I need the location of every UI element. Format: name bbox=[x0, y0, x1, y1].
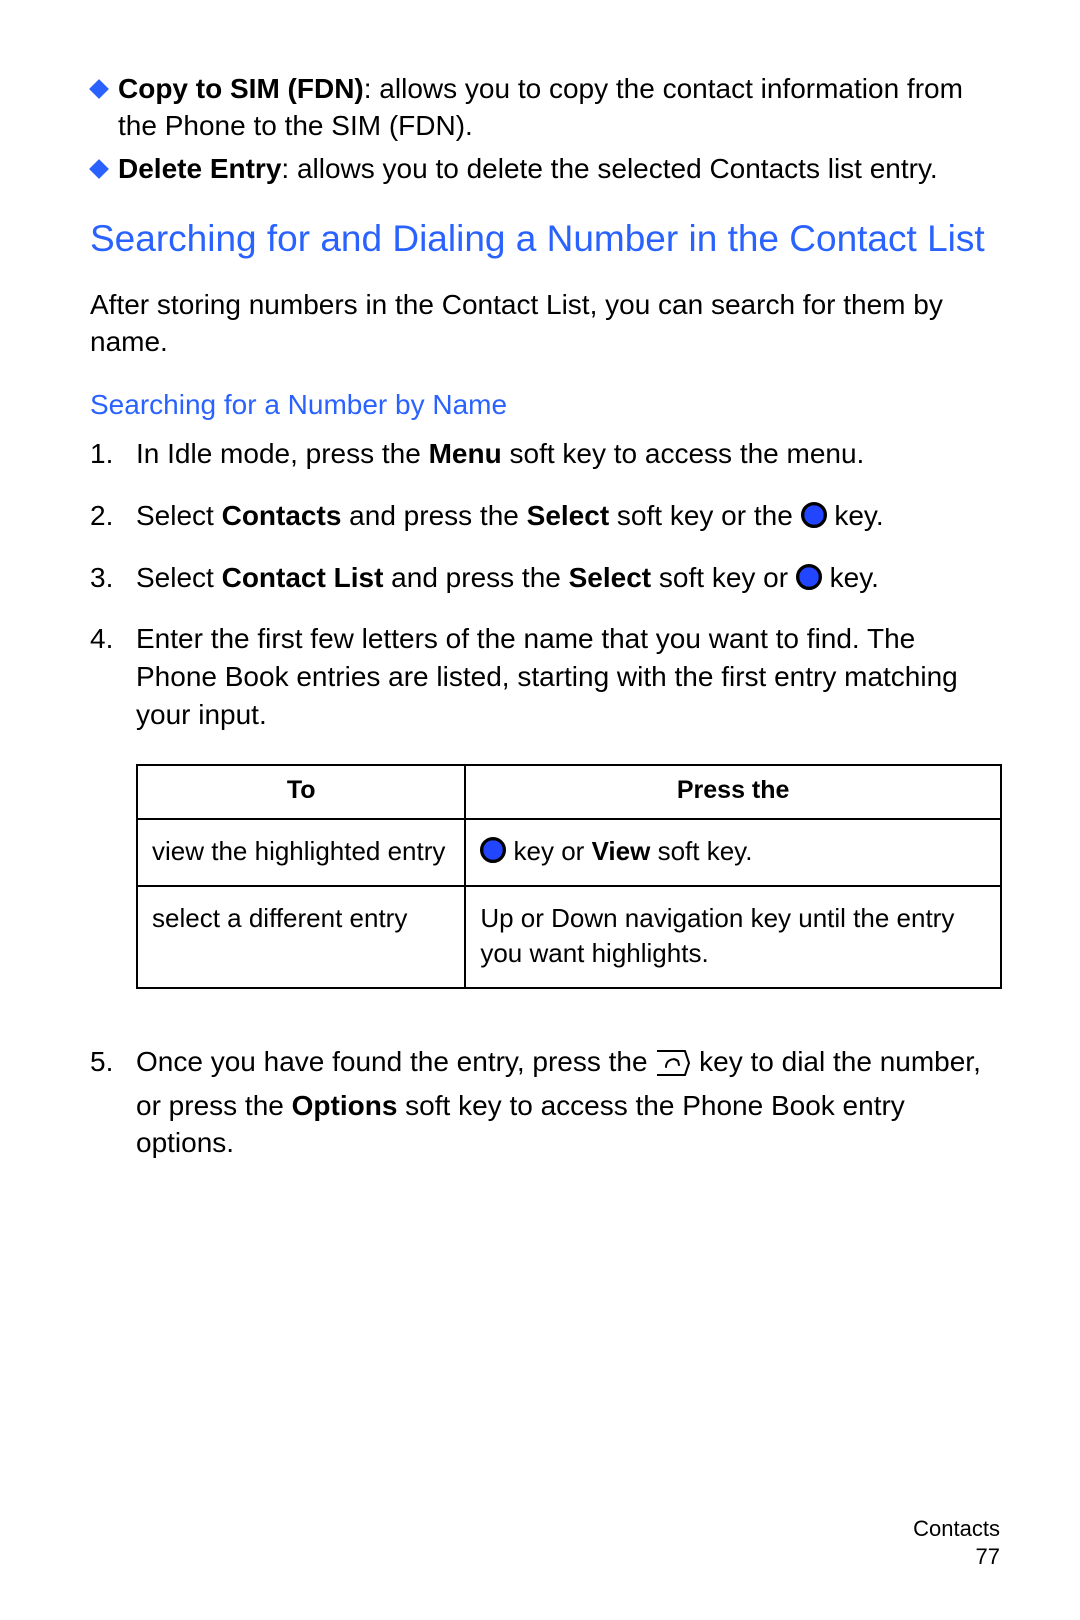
table-cell-to: view the highlighted entry bbox=[137, 819, 465, 886]
diamond-icon bbox=[90, 160, 108, 178]
footer-section: Contacts bbox=[913, 1515, 1000, 1544]
softkey-name: Options bbox=[292, 1090, 398, 1121]
diamond-icon bbox=[90, 80, 108, 98]
cell-text: key or bbox=[506, 836, 591, 866]
table-row: select a different entry Up or Down navi… bbox=[137, 886, 1001, 988]
table-header-to: To bbox=[137, 765, 465, 819]
softkey-name: Select bbox=[527, 500, 610, 531]
table-row: view the highlighted entry key or View s… bbox=[137, 819, 1001, 886]
steps-list: 1. In Idle mode, press the Menu soft key… bbox=[90, 435, 1002, 1162]
step-text: Select bbox=[136, 562, 222, 593]
ok-key-icon bbox=[801, 502, 827, 528]
intro-paragraph: After storing numbers in the Contact Lis… bbox=[90, 286, 1002, 361]
step-text: and press the bbox=[383, 562, 568, 593]
menu-name: Contact List bbox=[222, 562, 384, 593]
step-text: key. bbox=[822, 562, 879, 593]
table-header-press: Press the bbox=[465, 765, 1001, 819]
subsection-heading: Searching for a Number by Name bbox=[90, 389, 1002, 421]
bullet-list: Copy to SIM (FDN): allows you to copy th… bbox=[90, 70, 1002, 188]
step-text: soft key or the bbox=[609, 500, 800, 531]
step: 4. Enter the first few letters of the na… bbox=[90, 620, 1002, 733]
step-number: 1. bbox=[90, 435, 136, 473]
step-number: 2. bbox=[90, 497, 136, 535]
step-body: Enter the first few letters of the name … bbox=[136, 620, 1002, 733]
softkey-name: Select bbox=[569, 562, 652, 593]
ok-key-icon bbox=[480, 837, 506, 863]
table-cell-press: key or View soft key. bbox=[465, 819, 1001, 886]
menu-name: Contacts bbox=[222, 500, 342, 531]
step-body: Select Contacts and press the Select sof… bbox=[136, 497, 1002, 535]
bullet-desc: : allows you to delete the selected Cont… bbox=[281, 153, 937, 184]
send-key-icon bbox=[655, 1047, 691, 1087]
step: 2. Select Contacts and press the Select … bbox=[90, 497, 1002, 535]
table-cell-press: Up or Down navigation key until the entr… bbox=[465, 886, 1001, 988]
step-body: Select Contact List and press the Select… bbox=[136, 559, 1002, 597]
step-text: soft key or bbox=[651, 562, 796, 593]
softkey-name: View bbox=[592, 836, 651, 866]
cell-text: soft key. bbox=[650, 836, 752, 866]
step: 5. Once you have found the entry, press … bbox=[90, 1043, 1002, 1162]
step: 3. Select Contact List and press the Sel… bbox=[90, 559, 1002, 597]
ok-key-icon bbox=[796, 564, 822, 590]
step-number: 3. bbox=[90, 559, 136, 597]
table-container: To Press the view the highlighted entry … bbox=[136, 758, 1002, 1019]
step-number: 4. bbox=[90, 620, 136, 733]
manual-page: Copy to SIM (FDN): allows you to copy th… bbox=[0, 0, 1080, 1620]
step-text: Once you have found the entry, press the bbox=[136, 1046, 655, 1077]
bullet-term: Delete Entry bbox=[118, 153, 281, 184]
step-body: In Idle mode, press the Menu soft key to… bbox=[136, 435, 1002, 473]
bullet-text: Delete Entry: allows you to delete the s… bbox=[118, 150, 938, 187]
bullet-text: Copy to SIM (FDN): allows you to copy th… bbox=[118, 70, 1002, 144]
bullet-term: Copy to SIM (FDN) bbox=[118, 73, 364, 104]
bullet-item: Copy to SIM (FDN): allows you to copy th… bbox=[90, 70, 1002, 144]
step-text: Select bbox=[136, 500, 222, 531]
step-text: key. bbox=[827, 500, 884, 531]
bullet-item: Delete Entry: allows you to delete the s… bbox=[90, 150, 1002, 187]
actions-table: To Press the view the highlighted entry … bbox=[136, 764, 1002, 989]
softkey-name: Menu bbox=[429, 438, 502, 469]
step-number: 5. bbox=[90, 1043, 136, 1162]
step-text: and press the bbox=[341, 500, 526, 531]
table-header-row: To Press the bbox=[137, 765, 1001, 819]
step-body: Once you have found the entry, press the… bbox=[136, 1043, 1002, 1162]
page-footer: Contacts 77 bbox=[913, 1515, 1000, 1572]
table-wrapper: To Press the view the highlighted entry … bbox=[90, 758, 1002, 1019]
footer-page-number: 77 bbox=[913, 1543, 1000, 1572]
step-text: soft key to access the menu. bbox=[502, 438, 865, 469]
table-cell-to: select a different entry bbox=[137, 886, 465, 988]
section-heading: Searching for and Dialing a Number in th… bbox=[90, 216, 1002, 262]
step-text: In Idle mode, press the bbox=[136, 438, 429, 469]
step-number bbox=[90, 758, 136, 1019]
step: 1. In Idle mode, press the Menu soft key… bbox=[90, 435, 1002, 473]
